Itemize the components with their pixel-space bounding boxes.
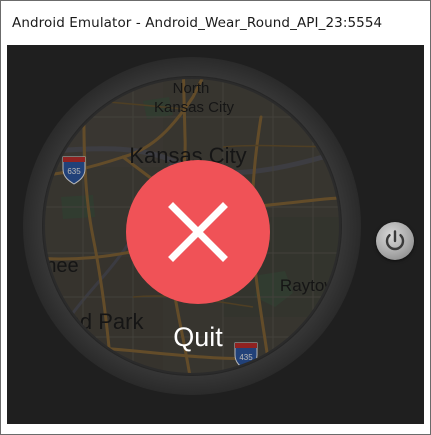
wear-watch-face[interactable]: North Kansas City Kansas City Raytown vn… [23,57,361,395]
power-icon [385,230,405,251]
power-button[interactable] [376,222,414,260]
watch-screen-svg: North Kansas City Kansas City Raytown vn… [23,57,361,395]
emulator-window: Android Emulator - Android_Wear_Round_AP… [0,0,431,435]
quit-label: Quit [173,322,223,352]
emulator-display-area: North Kansas City Kansas City Raytown vn… [7,45,424,424]
title-bar[interactable]: Android Emulator - Android_Wear_Round_AP… [1,1,430,45]
quit-button[interactable] [126,160,270,304]
window-title: Android Emulator - Android_Wear_Round_AP… [12,15,383,31]
